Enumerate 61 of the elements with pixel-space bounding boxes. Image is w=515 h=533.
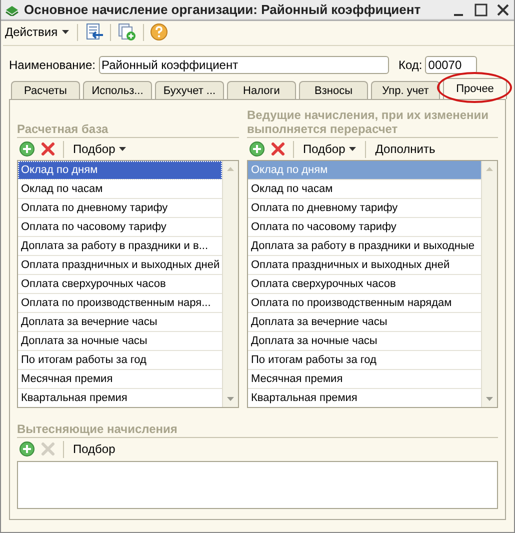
list-item[interactable]: По итогам работы за год (248, 351, 481, 370)
scrollbar[interactable] (222, 161, 238, 407)
code-field[interactable]: 00070 (425, 56, 478, 74)
caret-icon (349, 147, 356, 151)
caret-icon (62, 30, 69, 34)
name-label: Наименование: (9, 58, 96, 72)
list-item[interactable]: Оплата праздничных и выходных дней (18, 256, 222, 275)
list-item[interactable]: Оклад по часам (18, 180, 222, 199)
section-title: Вытесняющие начисления (17, 408, 498, 438)
list-item[interactable]: Месячная премия (248, 370, 481, 389)
list-item[interactable]: Оплата по часовому тарифу (18, 218, 222, 237)
tab[interactable]: Расчеты (11, 81, 80, 99)
list-item[interactable]: Квартальная премия (248, 389, 481, 407)
help-icon[interactable] (150, 23, 168, 41)
delete-icon[interactable] (40, 141, 56, 157)
tab[interactable]: Налоги (227, 81, 296, 99)
actions-menu-button[interactable]: Действия (3, 25, 71, 39)
section-title: Расчетная база (17, 108, 239, 138)
list-item[interactable]: Оплата по дневному тарифу (248, 199, 481, 218)
list-item[interactable]: Доплата за вечерние часы (18, 313, 222, 332)
copy-add-icon[interactable] (116, 23, 137, 41)
list-item[interactable]: Доплата за вечерние часы (248, 313, 481, 332)
list-item[interactable]: По итогам работы за год (18, 351, 222, 370)
tab[interactable]: Использ... (83, 81, 152, 99)
selection-menu-button[interactable]: Подбор (301, 142, 358, 156)
scrollbar[interactable] (481, 161, 497, 407)
tab[interactable]: Взносы (299, 81, 368, 99)
list-item[interactable]: Доплата за работу в праздники и в... (18, 237, 222, 256)
toolbar-button[interactable]: Дополнить (373, 142, 438, 156)
code-label: Код: (398, 58, 422, 72)
list-item[interactable]: Оплата праздничных и выходных дней (248, 256, 481, 275)
tab[interactable]: Бухучет ... (155, 81, 224, 99)
add-icon[interactable] (249, 141, 265, 157)
caret-icon (119, 147, 126, 151)
delete-icon[interactable] (270, 141, 286, 157)
document-arrow-icon[interactable] (84, 23, 104, 41)
tab[interactable]: Упр. учет (371, 81, 440, 99)
name-field[interactable]: Районный коэффициент (98, 56, 389, 74)
selection-menu-button[interactable]: Подбор (71, 142, 128, 156)
app-logo-icon (5, 4, 19, 16)
section-title: Ведущие начисления, при их изменении выполняется перерасчет (247, 108, 498, 138)
list-item[interactable]: Доплата за ночные часы (18, 332, 222, 351)
add-icon[interactable] (19, 141, 35, 157)
window-title: Основное начисление организации: Районный коэффициент (24, 2, 422, 17)
list-item[interactable]: Оплата сверхурочных часов (248, 275, 481, 294)
list-item[interactable]: Доплата за ночные часы (248, 332, 481, 351)
list-item[interactable]: Оплата по часовому тарифу (248, 218, 481, 237)
list-item[interactable]: Оплата сверхурочных часов (18, 275, 222, 294)
list-item[interactable]: Оклад по дням (18, 161, 222, 180)
add-icon[interactable] (19, 441, 35, 457)
tab[interactable]: Прочее (443, 78, 507, 99)
list-item[interactable]: Оплата по производственным наря... (18, 294, 222, 313)
close-icon[interactable] (496, 2, 510, 16)
maximize-icon[interactable] (474, 2, 488, 16)
list-item[interactable]: Оплата по производственным нарядам (248, 294, 481, 313)
toolbar-button[interactable]: Подбор (71, 442, 118, 456)
list-item[interactable]: Оклад по часам (248, 180, 481, 199)
list-item[interactable]: Месячная премия (18, 370, 222, 389)
list-item[interactable]: Квартальная премия (18, 389, 222, 407)
list-item[interactable]: Доплата за работу в праздники и выходные (248, 237, 481, 256)
list-item[interactable]: Оплата по дневному тарифу (18, 199, 222, 218)
